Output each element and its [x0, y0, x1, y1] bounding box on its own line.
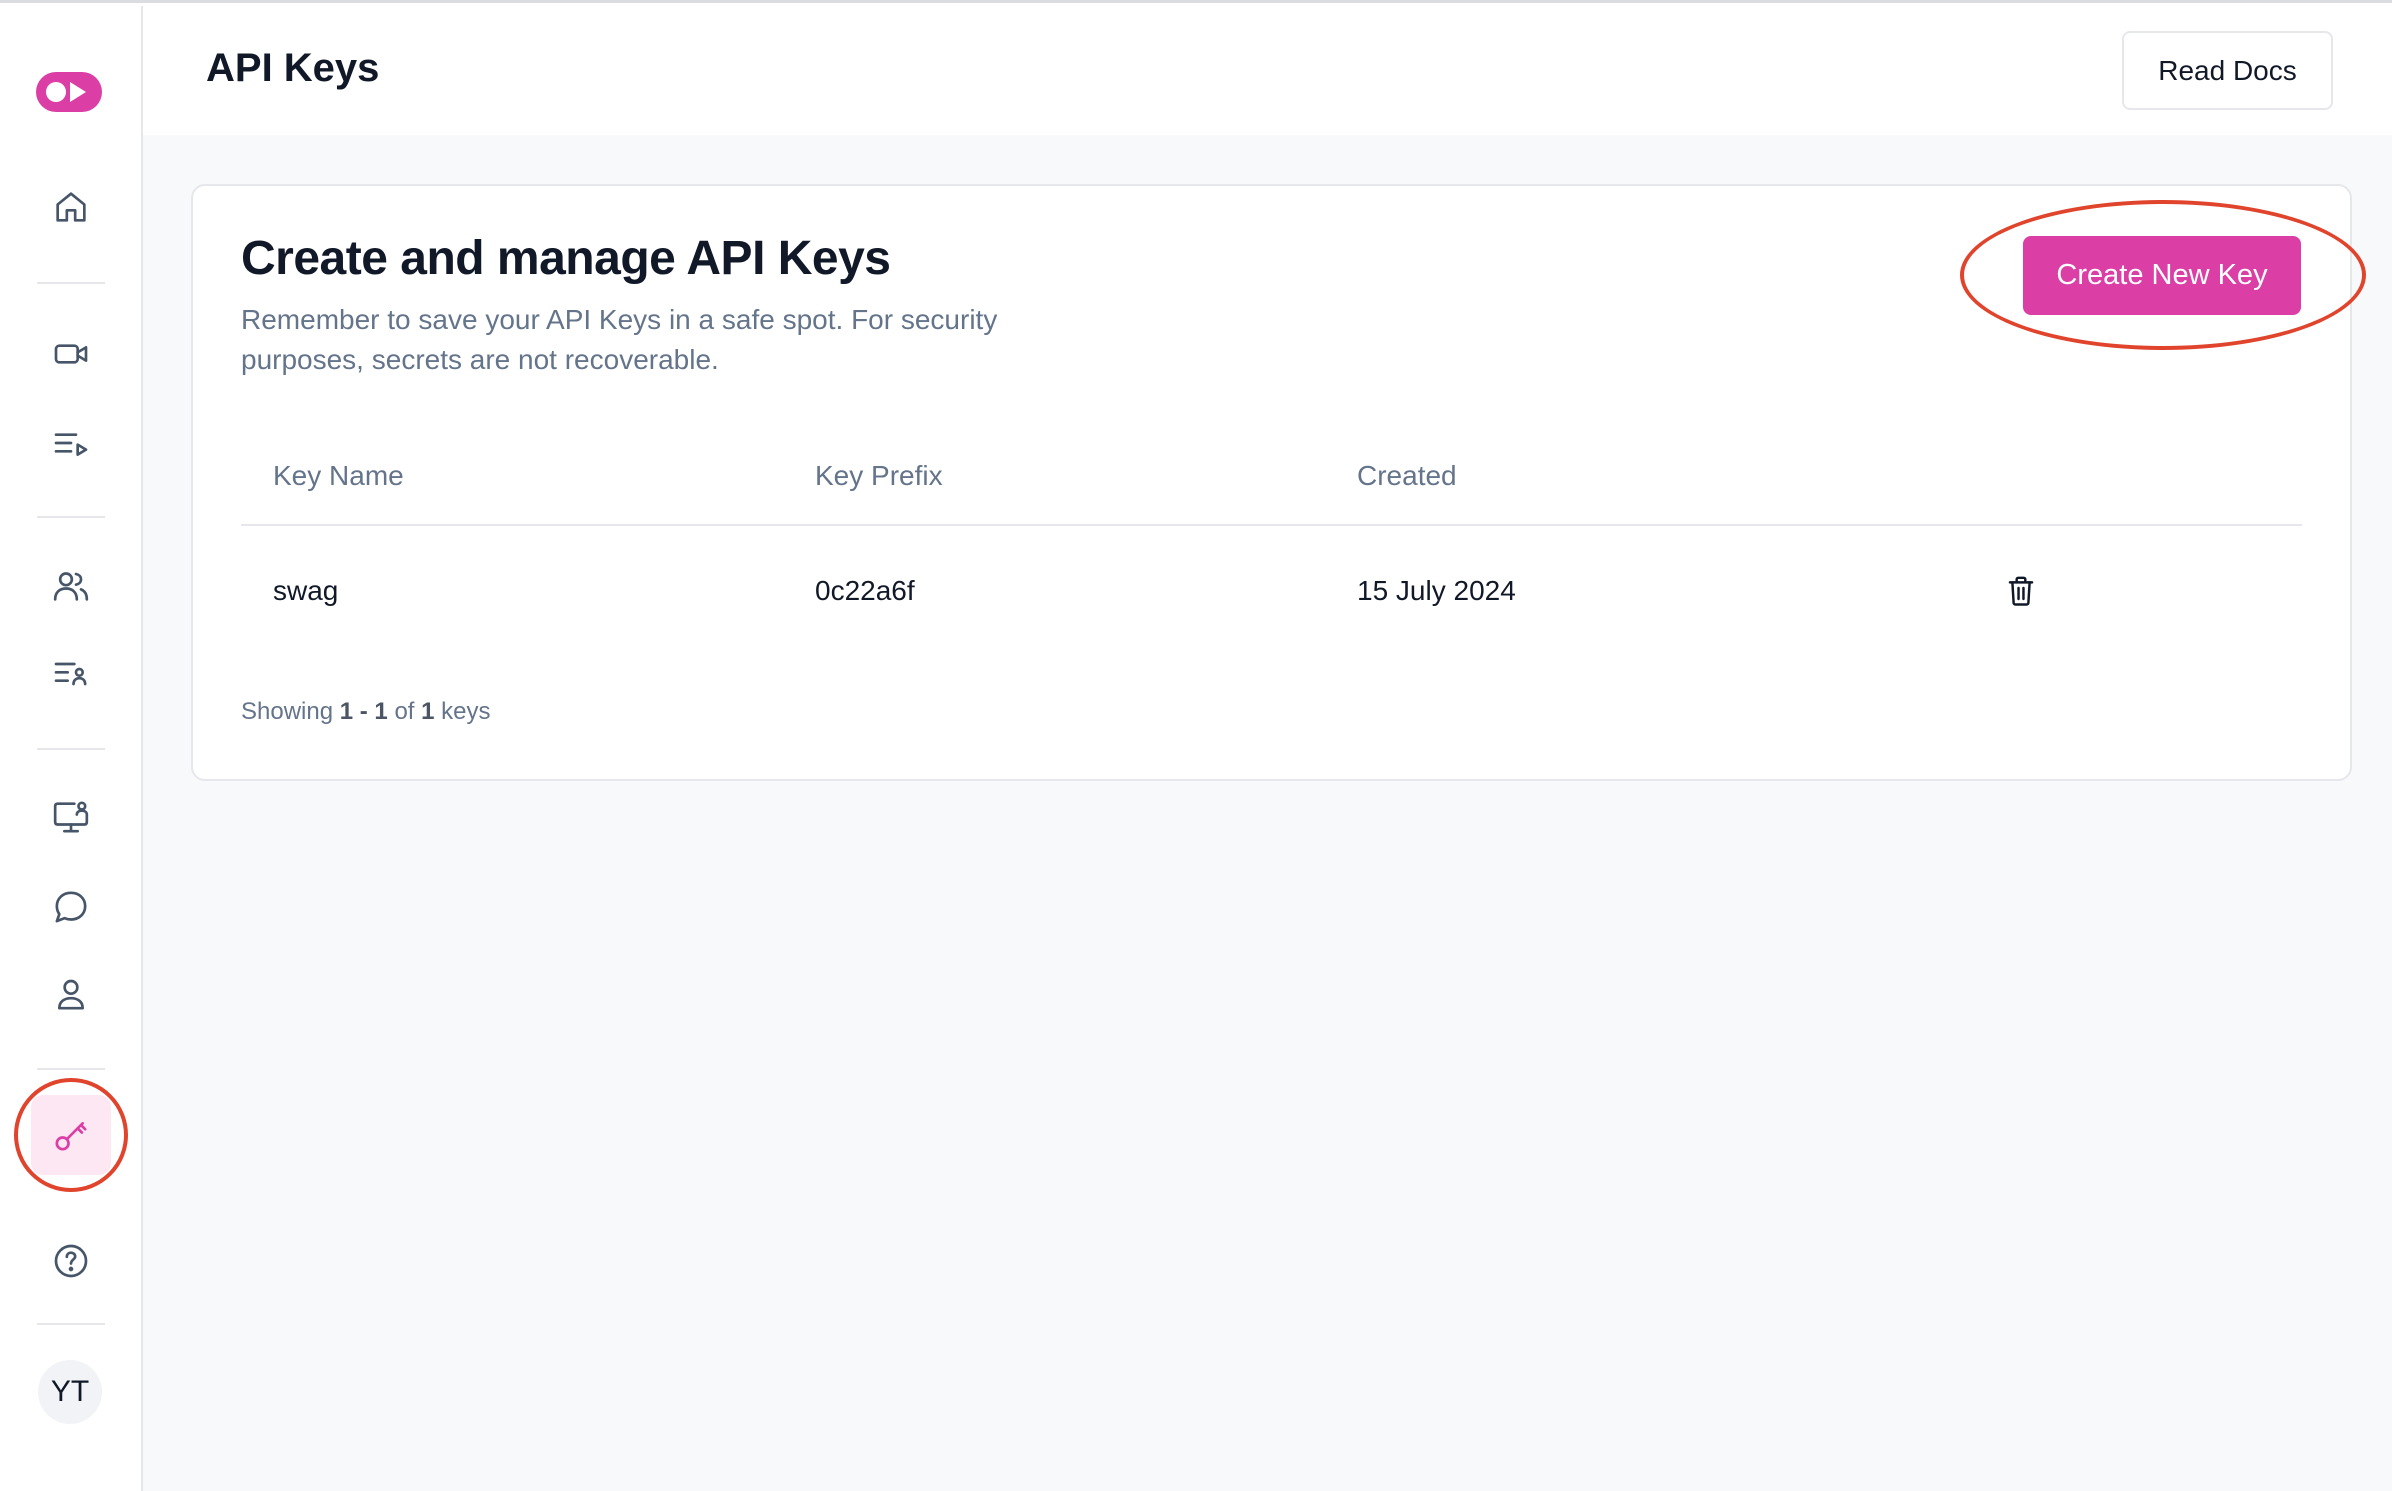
avatar[interactable]: YT — [38, 1360, 102, 1424]
key-icon — [55, 1122, 87, 1151]
video-icon — [54, 344, 88, 364]
chat-icon — [55, 891, 87, 923]
sidebar-item-api-keys[interactable] — [31, 1095, 111, 1175]
logo-icon[interactable] — [36, 70, 102, 114]
user-list-icon — [54, 662, 87, 686]
top-bar: API Keys Read Docs — [143, 6, 2392, 135]
sidebar-item-audience[interactable] — [40, 555, 102, 617]
sidebar-item-account[interactable] — [40, 963, 102, 1025]
sidebar-divider — [37, 516, 105, 518]
read-docs-button[interactable]: Read Docs — [2122, 31, 2333, 110]
api-keys-card: Create and manage API Keys Remember to s… — [191, 184, 2352, 781]
sidebar-item-home[interactable] — [40, 176, 102, 238]
card-title: Create and manage API Keys — [241, 232, 891, 285]
users-icon — [53, 572, 89, 601]
page-title: API Keys — [206, 46, 380, 90]
help-icon — [54, 1244, 88, 1278]
user-icon — [58, 979, 84, 1010]
sidebar: YT — [0, 6, 143, 1491]
table-header: Key Name Key Prefix Created — [241, 426, 2302, 526]
sidebar-item-playlists[interactable] — [40, 412, 102, 474]
sidebar-item-help[interactable] — [40, 1230, 102, 1292]
card-description: Remember to save your API Keys in a safe… — [241, 304, 998, 375]
column-header-key-prefix: Key Prefix — [815, 460, 943, 491]
delete-key-button[interactable] — [2003, 573, 2039, 609]
sidebar-divider — [37, 282, 105, 284]
column-header-key-name: Key Name — [273, 460, 404, 491]
created-cell: 15 July 2024 — [1357, 575, 1516, 606]
key-name-cell: swag — [273, 575, 339, 606]
sidebar-divider — [37, 1323, 105, 1325]
create-new-key-button[interactable]: Create New Key — [2023, 236, 2301, 315]
key-prefix-cell: 0c22a6f — [815, 575, 915, 606]
pagination-summary: Showing 1 - 1 of 1 keys — [241, 698, 491, 725]
sidebar-item-contacts[interactable] — [40, 643, 102, 705]
column-header-created: Created — [1357, 460, 1457, 491]
table-row: swag 0c22a6f 15 July 2024 — [241, 528, 2302, 658]
home-icon — [56, 192, 86, 222]
sidebar-item-chat[interactable] — [40, 876, 102, 938]
monitor-user-icon — [53, 801, 89, 833]
sidebar-item-videos[interactable] — [40, 323, 102, 385]
app-window: YT API Keys Read Docs Create and manage … — [0, 0, 2392, 1491]
trash-icon — [2008, 576, 2034, 606]
sidebar-divider — [37, 748, 105, 750]
sidebar-item-sessions[interactable] — [40, 786, 102, 848]
main-content: API Keys Read Docs Create and manage API… — [143, 6, 2392, 1491]
sidebar-divider — [37, 1068, 105, 1070]
playlist-icon — [54, 433, 88, 456]
